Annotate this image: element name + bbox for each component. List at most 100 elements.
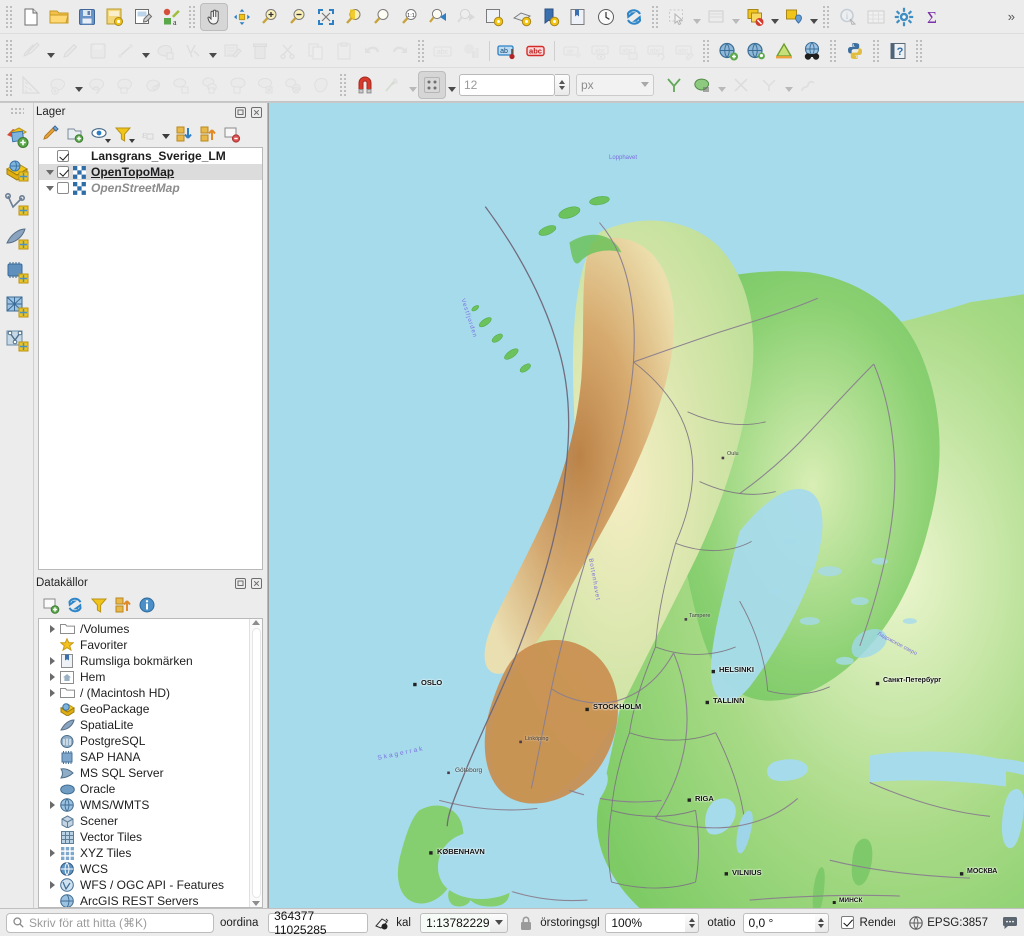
open-layer-styling-button[interactable] xyxy=(40,123,62,145)
style-manager-button[interactable]: a xyxy=(157,3,185,31)
reshape-features-button[interactable] xyxy=(84,71,112,99)
rotation-spinner[interactable] xyxy=(814,912,829,933)
filter-browser-button[interactable] xyxy=(88,594,110,616)
browser-item-rumsliga-bokmarken[interactable]: Rumsliga bokmärken xyxy=(39,653,249,669)
unplaced-labels-button[interactable]: abc xyxy=(522,37,550,65)
toggle-editing-button[interactable] xyxy=(56,37,84,65)
trace-button[interactable] xyxy=(794,71,822,99)
save-layer-edits-button[interactable] xyxy=(84,37,112,65)
highlight-pinned-labels-button[interactable]: ab xyxy=(494,37,522,65)
processing-toolbox-button[interactable] xyxy=(890,3,918,31)
manage-map-themes-button[interactable] xyxy=(88,123,111,145)
save-project-button[interactable] xyxy=(73,3,101,31)
undo-button[interactable] xyxy=(358,37,386,65)
layer-visibility-checkbox[interactable] xyxy=(57,166,69,178)
crs-button[interactable]: EPSG:3857 xyxy=(909,915,988,930)
snapping-mode-button[interactable] xyxy=(379,71,407,99)
toolbar-grip-navigation[interactable] xyxy=(188,5,197,28)
osm-download-button[interactable] xyxy=(798,37,826,65)
toolbar-grip-snapping[interactable] xyxy=(339,73,348,96)
add-vector-layer-button[interactable] xyxy=(3,121,31,151)
browser-item-sap-hana[interactable]: SAP HANA xyxy=(39,749,249,765)
panel-undock-icon[interactable] xyxy=(234,577,247,590)
new-map-view-button[interactable] xyxy=(480,3,508,31)
panel-close-icon[interactable] xyxy=(250,106,263,119)
select-value-button[interactable] xyxy=(702,3,730,31)
enable-properties-widget-button[interactable] xyxy=(136,594,158,616)
add-hana-layer-button[interactable] xyxy=(3,257,31,287)
browser-item-postgresql[interactable]: PostgreSQL xyxy=(39,733,249,749)
toggle-extents-button[interactable] xyxy=(374,915,390,931)
simplify-feature-button[interactable] xyxy=(252,71,280,99)
split-features-button[interactable] xyxy=(140,71,168,99)
zoom-to-selection-button[interactable] xyxy=(340,3,368,31)
open-project-button[interactable] xyxy=(45,3,73,31)
show-bookmarks-button[interactable] xyxy=(564,3,592,31)
layer-row-openstreetmap[interactable]: OpenStreetMap xyxy=(39,180,262,196)
merge-features-button[interactable] xyxy=(168,71,196,99)
pan-map-button[interactable] xyxy=(200,2,228,31)
lock-scale-button[interactable] xyxy=(518,915,534,931)
layer-row-opentopomap[interactable]: OpenTopoMap xyxy=(39,164,262,180)
browser-item-oracle[interactable]: Oracle xyxy=(39,781,249,797)
avoid-overlap-button[interactable] xyxy=(688,71,716,99)
offset-curve-button[interactable] xyxy=(112,71,140,99)
geoprocessing-button[interactable] xyxy=(770,37,798,65)
new-project-button[interactable] xyxy=(17,3,45,31)
vertex-tool-button[interactable] xyxy=(151,37,179,65)
toolbar-grip-labels[interactable] xyxy=(417,39,426,62)
add-selected-layers-button[interactable] xyxy=(40,594,62,616)
browser-item-volumes[interactable]: /Volumes xyxy=(39,621,249,637)
self-snapping-button[interactable] xyxy=(755,71,783,99)
deselect-dropdown[interactable] xyxy=(769,3,780,31)
open-attribute-table-button[interactable] xyxy=(862,3,890,31)
zoom-full-button[interactable] xyxy=(312,3,340,31)
toolbar-grip-digitizing[interactable] xyxy=(5,39,14,62)
show-hide-labels-button[interactable]: abc xyxy=(587,37,615,65)
snapping-tolerance-input[interactable]: 12 xyxy=(459,73,555,96)
pin-labels-tool-button[interactable]: ab xyxy=(559,37,587,65)
expand-arrow-icon[interactable] xyxy=(45,849,59,858)
measure-button[interactable] xyxy=(17,71,45,99)
browser-scrollbar[interactable] xyxy=(249,619,262,907)
delete-ring-button[interactable] xyxy=(280,71,308,99)
cut-features-button[interactable] xyxy=(274,37,302,65)
expand-arrow-icon[interactable] xyxy=(45,625,59,634)
rail-grip[interactable] xyxy=(9,107,24,115)
magnifier-spinner[interactable] xyxy=(685,912,700,933)
select-features-button[interactable] xyxy=(663,3,691,31)
snapping-type-button[interactable] xyxy=(418,70,446,99)
select-by-location-button[interactable] xyxy=(780,3,808,31)
layers-tree[interactable]: Lansgrans_Sverige_LM OpenTopoMap OpenStr… xyxy=(38,147,263,570)
browser-item-arcgis-rest-servers[interactable]: ArcGIS REST Servers xyxy=(39,893,249,908)
add-raster-layer-button[interactable] xyxy=(3,155,31,185)
add-feature-dropdown[interactable] xyxy=(140,37,151,65)
add-delimited-text-layer-button[interactable] xyxy=(3,189,31,219)
rotation-input[interactable]: 0,0 ° xyxy=(742,912,815,933)
paste-features-button[interactable] xyxy=(330,37,358,65)
snap-to-intersection-button[interactable] xyxy=(727,71,755,99)
browser-item-xyz-tiles[interactable]: XYZ Tiles xyxy=(39,845,249,861)
browser-item-wcs[interactable]: WCS xyxy=(39,861,249,877)
scrollbar-thumb[interactable] xyxy=(251,628,261,898)
filter-legend-expression-button[interactable]: ε xyxy=(136,123,158,145)
avoid-overlap-dropdown[interactable] xyxy=(716,71,727,99)
browser-item-wms-wmts[interactable]: WMS/WMTS xyxy=(39,797,249,813)
zoom-last-button[interactable] xyxy=(424,3,452,31)
diagram-properties-button[interactable] xyxy=(457,37,485,65)
merge-attributes-button[interactable] xyxy=(196,71,224,99)
zoom-native-button[interactable]: 1:1 xyxy=(396,3,424,31)
statistical-summary-button[interactable]: Σ xyxy=(918,3,946,31)
deselect-button[interactable] xyxy=(741,3,769,31)
magnifier-input[interactable]: 100% xyxy=(605,912,686,933)
layer-expander[interactable] xyxy=(43,185,57,191)
expand-all-button[interactable] xyxy=(173,123,195,145)
toolbar-grip-end[interactable] xyxy=(915,39,924,62)
toolbar-grip-web[interactable] xyxy=(702,39,711,62)
new-bookmark-button[interactable] xyxy=(536,3,564,31)
toolbar-grip-shape[interactable] xyxy=(5,73,14,96)
current-edits-button[interactable] xyxy=(17,37,45,65)
python-console-button[interactable] xyxy=(841,37,869,65)
snapping-toggle-button[interactable] xyxy=(351,71,379,99)
snapping-units-select[interactable]: px xyxy=(576,73,654,96)
